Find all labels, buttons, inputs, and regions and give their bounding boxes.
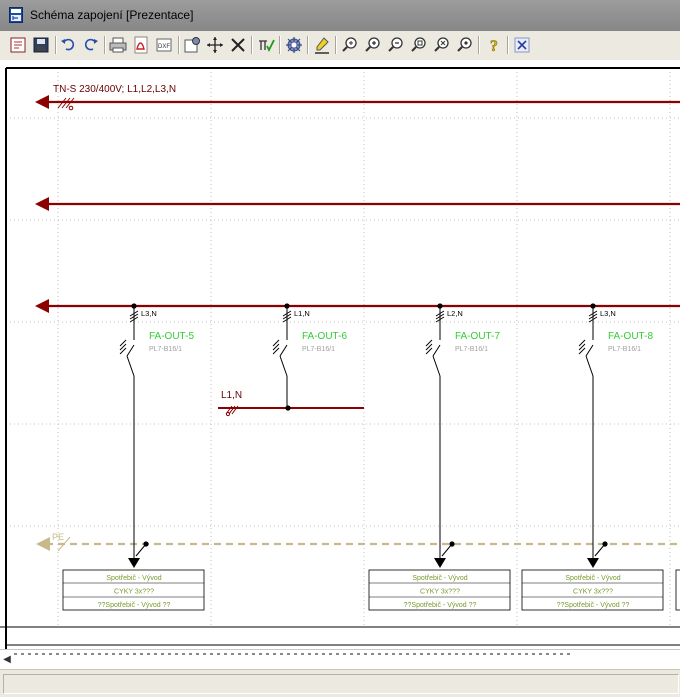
device-type: PL7-B16/1 [608, 346, 641, 353]
svg-text:DXF: DXF [158, 44, 170, 50]
output-4[interactable]: L3,N FA-OUT-8 PL7-B16/1 Spotřebič - Vývod CY… [521, 303, 664, 611]
wiring-diagram[interactable]: TN-S 230/400V; L1,L2,L3,N L1,N PE L3,N FA… [0, 60, 680, 649]
load-box-line2: CYKY 3x??? [573, 589, 613, 596]
phase-label: L2,N [447, 309, 463, 318]
zoom-in-icon[interactable] [363, 35, 383, 55]
main-bus-1[interactable] [35, 95, 680, 109]
device-type: PL7-B16/1 [302, 346, 335, 353]
feeder-bus[interactable] [218, 405, 364, 417]
toolbar: DXF ? [0, 31, 680, 61]
output-2[interactable]: L1,N FA-OUT-6 PL7-B16/1 [272, 303, 347, 408]
output-partial[interactable] [675, 569, 680, 611]
load-box[interactable]: Spotřebič - Vývod CYKY 3x??? ??Spotřebič -… [368, 569, 511, 611]
move-icon[interactable] [205, 35, 225, 55]
bus-label-slashes [57, 97, 75, 111]
component-icon[interactable] [284, 35, 304, 55]
title-bar: Schéma zapojení [Prezentace] [0, 0, 680, 32]
drawing-frame [0, 67, 680, 649]
phase-label: L1,N [294, 309, 310, 318]
delete-icon[interactable] [228, 35, 248, 55]
load-box-line3: ??Spotřebič - Vývod ?? [98, 602, 171, 609]
load-box-line2: CYKY 3x??? [114, 589, 154, 596]
pdf-export-icon[interactable] [131, 35, 151, 55]
zoom-out-icon[interactable] [386, 35, 406, 55]
feeder-bus-label: L1,N [221, 390, 242, 401]
status-pane [3, 674, 679, 694]
help-icon[interactable]: ? [484, 35, 504, 55]
highlight-icon[interactable] [312, 35, 332, 55]
schematic-canvas[interactable]: TN-S 230/400V; L1,L2,L3,N L1,N PE L3,N FA… [0, 60, 680, 649]
check-icon[interactable] [256, 35, 276, 55]
device-name: FA-OUT-8 [608, 331, 653, 342]
load-box-line1: Spotřebič - Vývod [106, 575, 161, 582]
scroll-track[interactable] [14, 652, 574, 656]
phase-label: L3,N [600, 309, 616, 318]
svg-text:?: ? [490, 38, 498, 55]
load-box-line1: Spotřebič - Vývod [565, 575, 620, 582]
device-type: PL7-B16/1 [455, 346, 488, 353]
load-box[interactable]: Spotřebič - Vývod CYKY 3x??? ??Spotřebič -… [62, 569, 205, 611]
zoom-window-icon[interactable] [409, 35, 429, 55]
close-icon[interactable] [512, 35, 532, 55]
output-3[interactable]: L2,N FA-OUT-7 PL7-B16/1 Spotřebič - Vývod CY… [368, 303, 511, 611]
device-name: FA-OUT-5 [149, 331, 194, 342]
load-box-line1: Spotřebič - Vývod [412, 575, 467, 582]
phase-label: L3,N [141, 309, 157, 318]
scroll-thumb[interactable] [14, 653, 574, 655]
zoom-all-icon[interactable] [432, 35, 452, 55]
print-icon[interactable] [108, 35, 128, 55]
load-box[interactable]: Spotřebič - Vývod CYKY 3x??? ??Spotřebič -… [521, 569, 664, 611]
status-bar [0, 669, 680, 697]
redo-icon[interactable] [81, 35, 101, 55]
horizontal-scrollbar[interactable]: ◀ [0, 649, 680, 670]
device-name: FA-OUT-7 [455, 331, 500, 342]
output-1[interactable]: L3,N FA-OUT-5 PL7-B16/1 Spotřebič - Vývod CY… [62, 303, 205, 611]
device-type: PL7-B16/1 [149, 346, 182, 353]
scroll-left-icon[interactable]: ◀ [2, 654, 12, 666]
save-icon[interactable] [31, 35, 51, 55]
bus-label: TN-S 230/400V; L1,L2,L3,N [53, 84, 176, 95]
device-name: FA-OUT-6 [302, 331, 347, 342]
export-icon[interactable]: DXF [154, 35, 174, 55]
window-title: Schéma zapojení [Prezentace] [30, 8, 194, 22]
pe-bus[interactable]: PE [36, 532, 680, 552]
properties-icon[interactable] [8, 35, 28, 55]
load-box-line3: ??Spotřebič - Vývod ?? [404, 602, 477, 609]
pe-label: PE [52, 532, 64, 542]
settings-icon[interactable] [182, 35, 202, 55]
undo-icon[interactable] [58, 35, 78, 55]
app-icon [9, 7, 23, 23]
zoom-pan-icon[interactable] [340, 35, 360, 55]
main-bus-2[interactable] [35, 197, 680, 211]
load-box-line3: ??Spotřebič - Vývod ?? [557, 602, 630, 609]
zoom-fit-icon[interactable] [455, 35, 475, 55]
load-box-line2: CYKY 3x??? [420, 589, 460, 596]
